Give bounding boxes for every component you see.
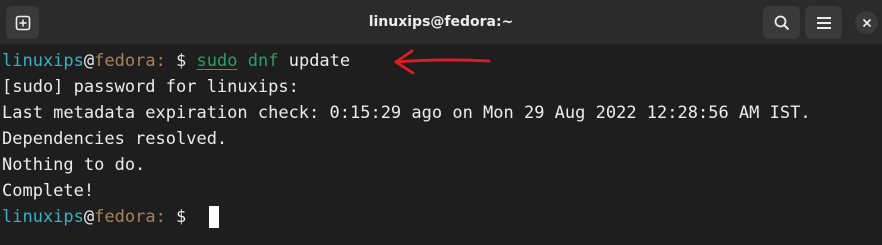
- hamburger-menu-icon: [816, 16, 831, 29]
- prompt-user: linuxips: [2, 51, 84, 71]
- search-button[interactable]: [763, 6, 800, 39]
- close-icon: [862, 18, 871, 27]
- prompt-at: @: [83, 51, 95, 71]
- output-line-complete: Complete!: [2, 181, 95, 201]
- terminal-window: linuxips@fedora:~ linuxips@fedora: $ sud…: [0, 0, 882, 245]
- window-title: linuxips@fedora:~: [368, 14, 514, 30]
- prompt-host: fedora: [94, 51, 156, 71]
- prompt-symbol: $: [176, 207, 187, 227]
- command-dnf: dnf: [247, 51, 279, 71]
- menu-button[interactable]: [805, 6, 842, 39]
- output-line-nothing: Nothing to do.: [2, 155, 146, 175]
- output-line-dependencies: Dependencies resolved.: [2, 129, 228, 149]
- close-button[interactable]: [855, 11, 878, 34]
- output-line-sudo-password: [sudo] password for linuxips:: [2, 77, 299, 97]
- search-icon: [774, 15, 789, 30]
- text-cursor: [209, 206, 219, 228]
- red-arrow-annotation: [394, 49, 491, 75]
- prompt-user: linuxips: [2, 207, 84, 227]
- command-sudo: sudo: [196, 51, 238, 71]
- command-update: update: [288, 51, 351, 71]
- prompt-path: :: [155, 207, 177, 227]
- prompt-at: @: [83, 207, 95, 227]
- output-line-metadata: Last metadata expiration check: 0:15:29 …: [2, 103, 811, 123]
- title-bar: linuxips@fedora:~: [0, 0, 882, 45]
- prompt-line: linuxips@fedora: $: [2, 205, 186, 229]
- prompt-path: :: [155, 51, 177, 71]
- prompt-host: fedora: [94, 207, 156, 227]
- prompt-symbol: $: [176, 51, 187, 71]
- command-line: linuxips@fedora: $ sudo dnf update: [2, 49, 350, 73]
